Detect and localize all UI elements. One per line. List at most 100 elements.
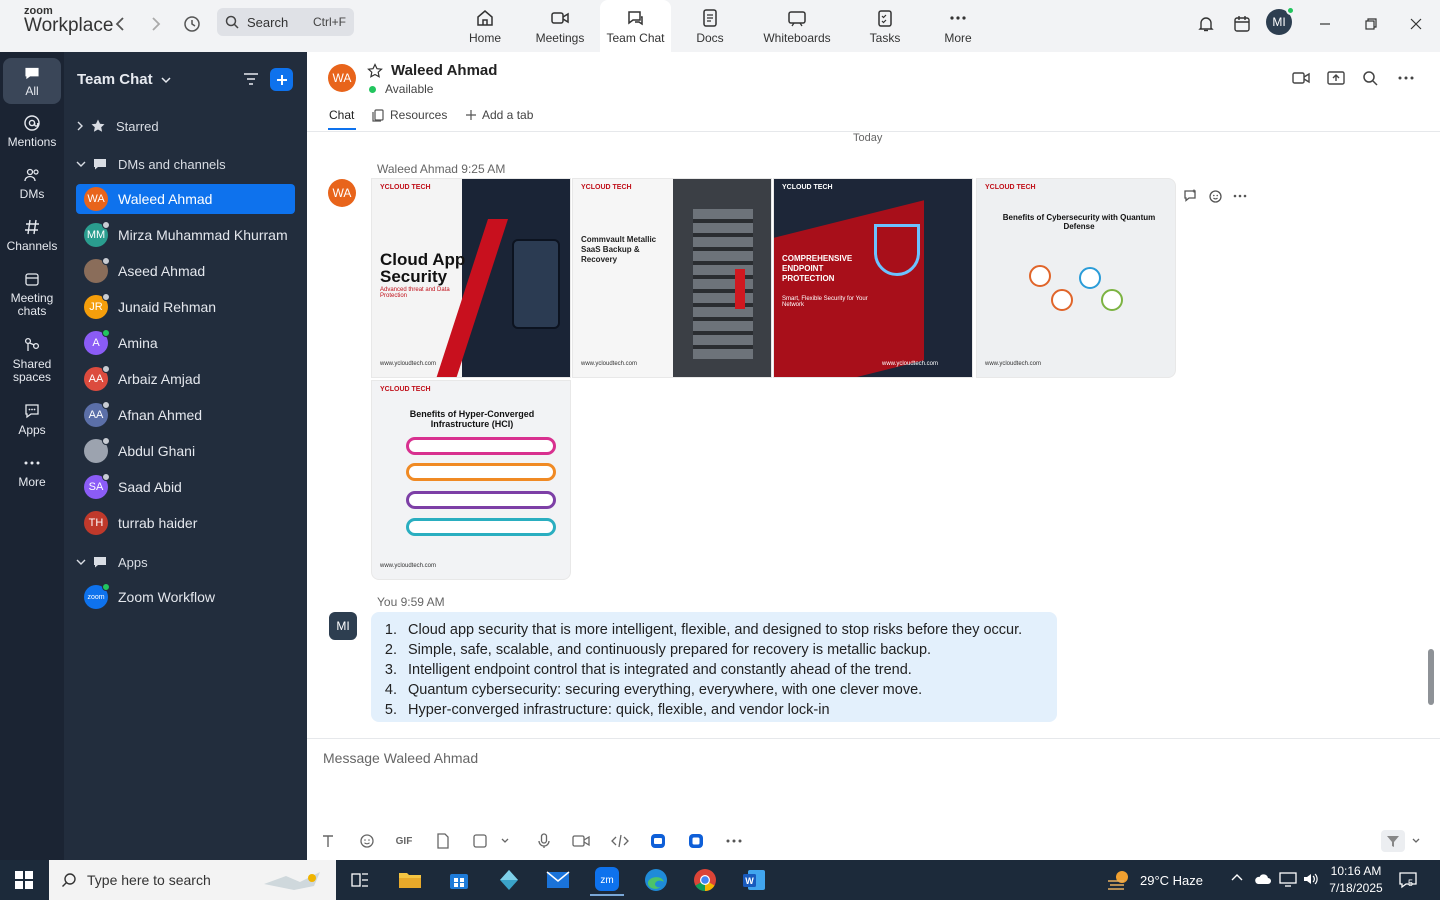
- more-options-icon[interactable]: [1397, 72, 1415, 84]
- video-call-icon[interactable]: [1292, 70, 1310, 86]
- send-icon[interactable]: [1381, 830, 1405, 852]
- user-avatar[interactable]: MI: [1266, 6, 1295, 35]
- tab-whiteboards[interactable]: Whiteboards: [760, 0, 834, 52]
- star-icon[interactable]: [367, 63, 383, 79]
- search-bar[interactable]: Search Ctrl+F: [217, 8, 354, 36]
- chevron-down-icon[interactable]: [494, 830, 516, 852]
- image-quantum-defense[interactable]: YCLOUD TECH Benefits of Cybersecurity wi…: [976, 178, 1176, 378]
- filter-icon[interactable]: [242, 71, 260, 87]
- microphone-icon[interactable]: [533, 830, 555, 852]
- chevron-down-icon[interactable]: [1405, 830, 1427, 852]
- contact-item[interactable]: Aseed Ahmad: [76, 256, 295, 286]
- section-starred[interactable]: Starred: [76, 118, 159, 134]
- contact-item[interactable]: AA Afnan Ahmed: [76, 400, 295, 430]
- message-meta: Waleed Ahmad 9:25 AM: [377, 162, 505, 176]
- contact-item[interactable]: SA Saad Abid: [76, 472, 295, 502]
- network-icon[interactable]: [1279, 871, 1297, 887]
- clock[interactable]: 10:16 AM 7/18/2025: [1326, 863, 1386, 897]
- tab-more[interactable]: More: [938, 0, 978, 52]
- rail-item-apps[interactable]: Apps: [3, 402, 61, 437]
- message-sender[interactable]: Waleed Ahmad: [377, 162, 458, 176]
- minimize-icon[interactable]: [1313, 12, 1337, 36]
- image-cloud-app-security[interactable]: YCLOUD TECH Cloud App Security Advanced …: [371, 178, 571, 378]
- rail-item-dms[interactable]: DMs: [3, 166, 61, 201]
- notifications-icon[interactable]: 5: [1398, 870, 1418, 890]
- image-commvault-backup[interactable]: YCLOUD TECH Commvault Metallic SaaS Back…: [572, 178, 772, 378]
- workflow-app-icon[interactable]: [685, 830, 707, 852]
- mail-icon[interactable]: [541, 864, 575, 896]
- cloud-icon[interactable]: [1254, 871, 1272, 887]
- task-view-icon[interactable]: [343, 864, 377, 896]
- sidebar-title[interactable]: Team Chat: [77, 71, 171, 88]
- rail-item-shared-spaces[interactable]: Shared spaces: [3, 336, 61, 384]
- share-screen-icon[interactable]: [1327, 70, 1345, 86]
- message-input[interactable]: Message Waleed Ahmad: [323, 750, 478, 766]
- tab-resources[interactable]: Resources: [372, 108, 447, 122]
- rail-item-mentions[interactable]: Mentions: [3, 114, 61, 149]
- section-dms[interactable]: DMs and channels: [76, 156, 226, 172]
- taskbar-search[interactable]: Type here to search: [49, 860, 336, 900]
- contact-item[interactable]: WA Waleed Ahmad: [76, 184, 295, 214]
- forward-arrow-icon[interactable]: [146, 14, 166, 34]
- zoom-app-icon[interactable]: [647, 830, 669, 852]
- maximize-icon[interactable]: [1359, 12, 1383, 36]
- emoji-reaction-icon[interactable]: [1206, 186, 1226, 206]
- app-item-zoom-workflow[interactable]: zoom Zoom Workflow: [76, 582, 295, 612]
- reply-icon[interactable]: [1181, 186, 1201, 206]
- new-chat-button[interactable]: [270, 68, 293, 91]
- file-explorer-icon[interactable]: [393, 864, 427, 896]
- tab-meetings[interactable]: Meetings: [530, 0, 590, 52]
- store-icon[interactable]: [442, 864, 476, 896]
- tab-team-chat[interactable]: Team Chat: [600, 0, 671, 52]
- chat-scrollbar[interactable]: [1428, 649, 1434, 705]
- calendar-icon[interactable]: [1230, 12, 1254, 36]
- close-icon[interactable]: [1404, 12, 1428, 36]
- volume-icon[interactable]: [1302, 871, 1320, 887]
- format-text-icon[interactable]: [317, 830, 339, 852]
- message-bubble[interactable]: 1. Cloud app security that is more intell…: [371, 612, 1057, 722]
- chat-header-avatar[interactable]: WA: [328, 64, 356, 92]
- contact-item[interactable]: TH turrab haider: [76, 508, 295, 538]
- message-avatar[interactable]: MI: [329, 612, 357, 640]
- contact-item[interactable]: AA Arbaiz Amjad: [76, 364, 295, 394]
- avatar-initials: TH: [88, 517, 104, 529]
- screenshot-icon[interactable]: [469, 830, 491, 852]
- section-apps[interactable]: Apps: [76, 554, 148, 570]
- chrome-icon[interactable]: [688, 864, 722, 896]
- add-tab-button[interactable]: Add a tab: [465, 108, 533, 122]
- tab-docs[interactable]: Docs: [690, 0, 730, 52]
- back-arrow-icon[interactable]: [110, 14, 130, 34]
- chat-header-name[interactable]: Waleed Ahmad: [391, 62, 497, 79]
- app-diamond-icon[interactable]: [492, 864, 526, 896]
- rail-item-meeting-chats[interactable]: Meeting chats: [3, 270, 61, 318]
- weather-widget[interactable]: 29°C Haze: [1106, 860, 1203, 900]
- tab-tasks[interactable]: Tasks: [865, 0, 905, 52]
- message-avatar[interactable]: WA: [328, 179, 356, 207]
- contact-item[interactable]: JR Junaid Rehman: [76, 292, 295, 322]
- image-endpoint-protection[interactable]: YCLOUD TECH COMPREHENSIVE ENDPOINT PROTE…: [773, 178, 973, 378]
- word-icon[interactable]: W: [737, 864, 771, 896]
- rail-item-channels[interactable]: Channels: [3, 218, 61, 253]
- chevron-up-icon[interactable]: [1231, 873, 1243, 881]
- bell-icon[interactable]: [1194, 12, 1218, 36]
- edge-icon[interactable]: [639, 864, 673, 896]
- emoji-icon[interactable]: [356, 830, 378, 852]
- code-snippet-icon[interactable]: [609, 830, 631, 852]
- tab-home[interactable]: Home: [462, 0, 508, 52]
- rail-item-more[interactable]: More: [3, 454, 61, 489]
- message-more-icon[interactable]: [1230, 186, 1250, 206]
- rail-item-all[interactable]: All: [3, 58, 61, 104]
- search-icon[interactable]: [1362, 70, 1378, 86]
- windows-start-icon[interactable]: [15, 871, 33, 889]
- gif-button[interactable]: GIF: [393, 830, 415, 852]
- image-hci-benefits[interactable]: YCLOUD TECH Benefits of Hyper-Converged …: [371, 380, 571, 580]
- history-icon[interactable]: [182, 14, 202, 34]
- contact-item[interactable]: Abdul Ghani: [76, 436, 295, 466]
- zoom-taskbar-icon[interactable]: zm: [590, 864, 624, 896]
- attach-file-icon[interactable]: [432, 830, 454, 852]
- contact-item[interactable]: A Amina: [76, 328, 295, 358]
- more-tools-icon[interactable]: [723, 830, 745, 852]
- video-message-icon[interactable]: [570, 830, 592, 852]
- tab-chat[interactable]: Chat: [329, 108, 354, 122]
- contact-item[interactable]: MM Mirza Muhammad Khurram: [76, 220, 295, 250]
